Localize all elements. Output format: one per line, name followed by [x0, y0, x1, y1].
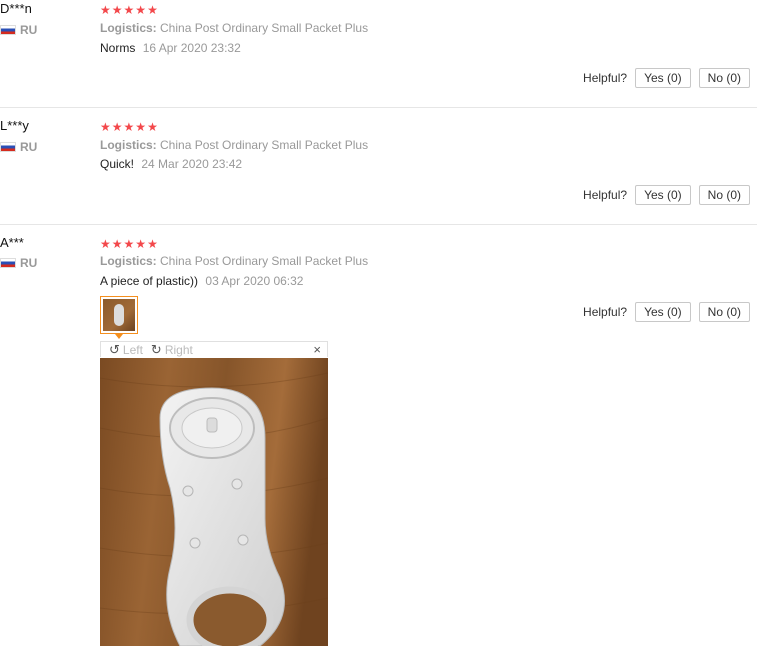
logistics-value: China Post Ordinary Small Packet Plus — [160, 21, 369, 35]
reviewer-country: RU — [0, 140, 37, 154]
review-photo-thumbnail[interactable] — [100, 296, 138, 334]
rotate-right-control[interactable]: ↻ Right — [151, 342, 193, 358]
image-viewer-toolbar: ↺ Left ↻ Right × — [100, 341, 328, 357]
star-icon: ★ — [147, 120, 158, 134]
russia-flag-icon — [0, 142, 16, 152]
helpful-no-button[interactable]: No (0) — [698, 185, 750, 205]
rotate-right-icon: ↻ — [150, 341, 162, 357]
logistics-value: China Post Ordinary Small Packet Plus — [160, 254, 369, 268]
star-icon: ★ — [135, 3, 147, 17]
reviewer-name: L***y — [0, 118, 29, 133]
helpful-no-button[interactable]: No (0) — [698, 68, 750, 88]
star-icon: ★ — [100, 3, 111, 17]
russia-flag-icon — [0, 258, 16, 268]
star-icon: ★ — [111, 3, 123, 17]
star-icon: ★ — [100, 120, 111, 134]
star-icon: ★ — [111, 120, 123, 134]
review-photo-large — [100, 358, 328, 646]
star-rating: ★ ★ ★ ★ ★ — [100, 121, 158, 133]
close-icon[interactable]: × — [313, 342, 321, 357]
star-icon: ★ — [135, 237, 147, 251]
logistics-info: Logistics: China Post Ordinary Small Pac… — [100, 138, 368, 152]
review-text: Norms 16 Apr 2020 23:32 — [100, 41, 241, 55]
helpful-yes-button[interactable]: Yes (0) — [635, 302, 691, 322]
rotate-left-control[interactable]: ↺ Left — [109, 342, 143, 358]
helpful-label: Helpful? — [583, 71, 628, 85]
thumbnail-pointer-icon — [115, 334, 123, 339]
review-text: Quick! 24 Mar 2020 23:42 — [100, 157, 242, 171]
country-code: RU — [20, 23, 38, 37]
star-icon: ★ — [100, 237, 111, 251]
review-divider — [0, 224, 757, 225]
review-text: A piece of plastic)) 03 Apr 2020 06:32 — [100, 274, 303, 288]
logistics-label: Logistics: — [100, 21, 157, 35]
logistics-value: China Post Ordinary Small Packet Plus — [160, 138, 369, 152]
reviewer-name: A*** — [0, 235, 24, 250]
star-icon: ★ — [111, 237, 123, 251]
feedback-text: Quick! — [100, 157, 135, 171]
rotate-right-label: Right — [164, 342, 193, 357]
feedback-text: A piece of plastic)) — [100, 274, 199, 288]
helpful-controls: Helpful? Yes (0) No (0) — [583, 68, 750, 88]
star-rating: ★ ★ ★ ★ ★ — [100, 238, 158, 250]
helpful-controls: Helpful? Yes (0) No (0) — [583, 185, 750, 205]
helpful-no-button[interactable]: No (0) — [698, 302, 750, 322]
logistics-info: Logistics: China Post Ordinary Small Pac… — [100, 254, 368, 268]
helpful-controls: Helpful? Yes (0) No (0) — [583, 302, 750, 322]
reviewer-country: RU — [0, 256, 37, 270]
review-date: 03 Apr 2020 06:32 — [205, 274, 304, 288]
russia-flag-icon — [0, 25, 16, 35]
helpful-label: Helpful? — [583, 305, 628, 319]
star-icon: ★ — [123, 3, 135, 17]
reviewer-country: RU — [0, 23, 37, 37]
helpful-label: Helpful? — [583, 188, 628, 202]
review-divider — [0, 107, 757, 108]
star-icon: ★ — [147, 3, 158, 17]
logistics-info: Logistics: China Post Ordinary Small Pac… — [100, 21, 368, 35]
rotate-left-label: Left — [122, 342, 143, 357]
feedback-text: Norms — [100, 41, 136, 55]
helpful-yes-button[interactable]: Yes (0) — [635, 185, 691, 205]
star-icon: ★ — [123, 237, 135, 251]
star-icon: ★ — [123, 120, 135, 134]
star-icon: ★ — [135, 120, 147, 134]
photo-image — [100, 358, 328, 646]
logistics-label: Logistics: — [100, 138, 157, 152]
country-code: RU — [20, 140, 38, 154]
helpful-yes-button[interactable]: Yes (0) — [635, 68, 691, 88]
rotate-left-icon: ↺ — [109, 341, 120, 357]
star-icon: ★ — [147, 237, 158, 251]
star-rating: ★ ★ ★ ★ ★ — [100, 4, 158, 16]
thumbnail-image — [103, 299, 135, 331]
review-date: 16 Apr 2020 23:32 — [142, 41, 241, 55]
review-date: 24 Mar 2020 23:42 — [141, 157, 243, 171]
logistics-label: Logistics: — [100, 254, 157, 268]
country-code: RU — [20, 256, 38, 270]
reviewer-name: D***n — [0, 1, 32, 16]
